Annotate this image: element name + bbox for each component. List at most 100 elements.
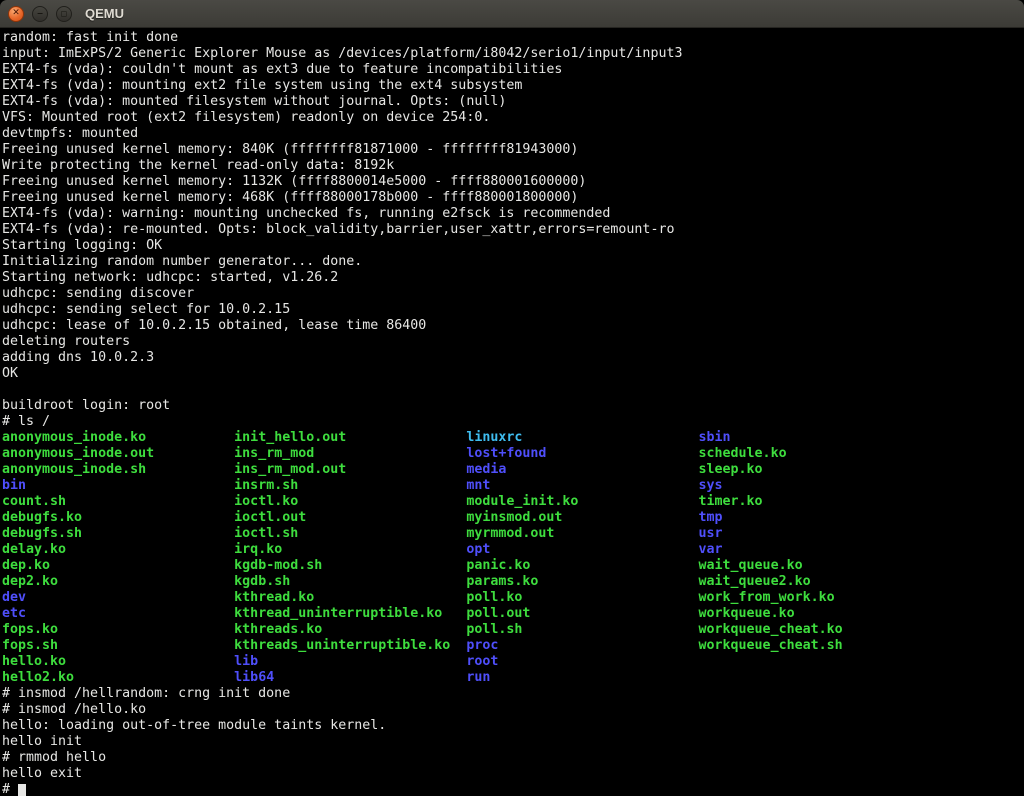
terminal-line: count.sh ioctl.ko module_init.ko timer.k… [2,494,1024,510]
ls-entry: poll.ko [466,590,522,605]
ls-entry: kthread.ko [234,590,314,605]
terminal-line: # [2,782,1024,796]
ls-entry: fops.ko [2,622,58,637]
ls-entry: ioctl.ko [234,494,298,509]
ls-entry: wait_queue2.ko [699,574,811,589]
ls-entry: bin [2,478,26,493]
terminal-line: anonymous_inode.out ins_rm_mod lost+foun… [2,446,1024,462]
maximize-icon: ◻ [61,9,68,18]
ls-entry: params.ko [466,574,538,589]
ls-entry: tmp [699,510,723,525]
terminal-line: Freeing unused kernel memory: 840K (ffff… [2,142,1024,158]
ls-entry: kgdb.sh [234,574,290,589]
terminal-line: EXT4-fs (vda): re-mounted. Opts: block_v… [2,222,1024,238]
ls-entry: dev [2,590,26,605]
terminal-line: bin insrm.sh mnt sys [2,478,1024,494]
qemu-window: ✕ − ◻ QEMU random: fast init doneinput: … [0,0,1024,796]
terminal-line: # insmod /hellrandom: crng init done [2,686,1024,702]
ls-entry: myinsmod.out [466,510,562,525]
ls-entry: etc [2,606,26,621]
ls-entry: anonymous_inode.sh [2,462,146,477]
terminal-line: EXT4-fs (vda): mounting ext2 file system… [2,78,1024,94]
ls-entry: sys [699,478,723,493]
ls-entry: root [466,654,498,669]
ls-entry: sbin [699,430,731,445]
ls-entry: workqueue.ko [699,606,795,621]
ls-entry: anonymous_inode.out [2,446,154,461]
terminal-line: etc kthread_uninterruptible.ko poll.out … [2,606,1024,622]
terminal-line: udhcpc: lease of 10.0.2.15 obtained, lea… [2,318,1024,334]
terminal-line: Initializing random number generator... … [2,254,1024,270]
ls-entry: ioctl.out [234,510,306,525]
terminal-line: devtmpfs: mounted [2,126,1024,142]
terminal-line: debugfs.ko ioctl.out myinsmod.out tmp [2,510,1024,526]
terminal-line: hello exit [2,766,1024,782]
window-titlebar[interactable]: ✕ − ◻ QEMU [0,0,1024,28]
terminal-line: adding dns 10.0.2.3 [2,350,1024,366]
ls-entry: kthreads.ko [234,622,322,637]
ls-entry: hello2.ko [2,670,74,685]
ls-entry: lib [234,654,258,669]
terminal-line: # insmod /hello.ko [2,702,1024,718]
terminal-line: hello: loading out-of-tree module taints… [2,718,1024,734]
ls-entry: workqueue_cheat.ko [699,622,843,637]
ls-entry: lost+found [466,446,546,461]
terminal-line: Freeing unused kernel memory: 468K (ffff… [2,190,1024,206]
maximize-button[interactable]: ◻ [56,6,72,22]
terminal-line: EXT4-fs (vda): mounted filesystem withou… [2,94,1024,110]
terminal-line: hello init [2,734,1024,750]
ls-entry: panic.ko [466,558,530,573]
terminal-line: udhcpc: sending discover [2,286,1024,302]
ls-entry: debugfs.ko [2,510,82,525]
ls-entry: ioctl.sh [234,526,298,541]
terminal-line: deleting routers [2,334,1024,350]
ls-entry: workqueue_cheat.sh [699,638,843,653]
ls-entry: hello.ko [2,654,66,669]
terminal-line: Starting logging: OK [2,238,1024,254]
terminal-line: hello2.ko lib64 run [2,670,1024,686]
ls-entry: init_hello.out [234,430,346,445]
window-title: QEMU [85,6,124,21]
terminal-line: Freeing unused kernel memory: 1132K (fff… [2,174,1024,190]
close-button[interactable]: ✕ [8,6,24,22]
terminal-line: dev kthread.ko poll.ko work_from_work.ko [2,590,1024,606]
terminal-line: dep2.ko kgdb.sh params.ko wait_queue2.ko [2,574,1024,590]
ls-entry: run [466,670,490,685]
terminal-line [2,382,1024,398]
ls-entry: timer.ko [699,494,763,509]
ls-entry: mnt [466,478,490,493]
ls-entry: poll.out [466,606,530,621]
ls-entry: insrm.sh [234,478,298,493]
ls-entry: dep2.ko [2,574,58,589]
ls-entry: ins_rm_mod.out [234,462,346,477]
ls-entry: fops.sh [2,638,58,653]
terminal-line: anonymous_inode.ko init_hello.out linuxr… [2,430,1024,446]
close-icon: ✕ [12,9,20,18]
terminal-line: # rmmod hello [2,750,1024,766]
terminal-line: dep.ko kgdb-mod.sh panic.ko wait_queue.k… [2,558,1024,574]
terminal-line: EXT4-fs (vda): warning: mounting uncheck… [2,206,1024,222]
ls-entry: work_from_work.ko [699,590,835,605]
ls-entry: module_init.ko [466,494,578,509]
terminal-line: delay.ko irq.ko opt var [2,542,1024,558]
terminal-line: # ls / [2,414,1024,430]
terminal-line: fops.ko kthreads.ko poll.sh workqueue_ch… [2,622,1024,638]
terminal-line: debugfs.sh ioctl.sh myrmmod.out usr [2,526,1024,542]
ls-entry: irq.ko [234,542,282,557]
terminal-line: hello.ko lib root [2,654,1024,670]
ls-entry: proc [466,638,498,653]
ls-entry: var [699,542,723,557]
ls-entry: delay.ko [2,542,66,557]
terminal-line: EXT4-fs (vda): couldn't mount as ext3 du… [2,62,1024,78]
ls-entry: anonymous_inode.ko [2,430,146,445]
terminal-line: buildroot login: root [2,398,1024,414]
terminal-line: Starting network: udhcpc: started, v1.26… [2,270,1024,286]
ls-entry: usr [699,526,723,541]
minimize-button[interactable]: − [32,6,48,22]
ls-entry: media [466,462,506,477]
minimize-icon: − [37,9,44,18]
terminal-line: anonymous_inode.sh ins_rm_mod.out media … [2,462,1024,478]
terminal-line: udhcpc: sending select for 10.0.2.15 [2,302,1024,318]
terminal-console[interactable]: random: fast init doneinput: ImExPS/2 Ge… [0,28,1024,796]
ls-entry: linuxrc [466,430,522,445]
